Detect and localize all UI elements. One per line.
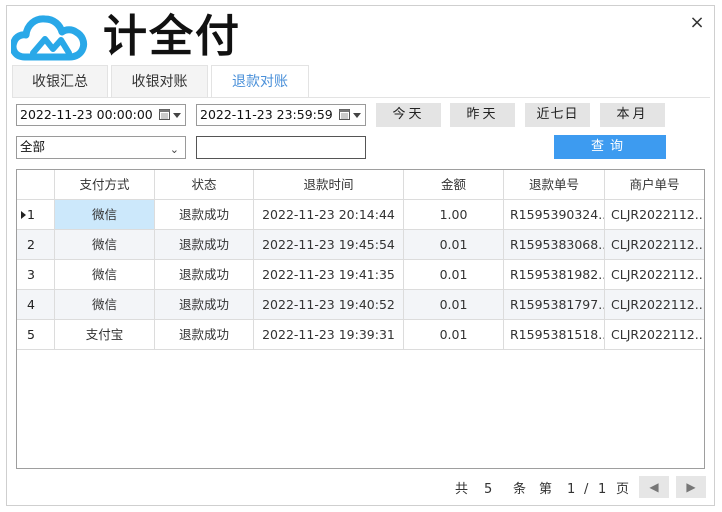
table-header: 支付方式 状态 退款时间 金额 退款单号 商户单号 — [17, 170, 704, 200]
end-time-picker[interactable]: 2022-11-23 23:59:59 — [196, 104, 366, 126]
pay-method-cell[interactable]: 微信 — [55, 260, 155, 290]
pay-method-cell[interactable]: 微信 — [55, 200, 155, 230]
start-time-picker[interactable]: 2022-11-23 00:00:00 — [16, 104, 186, 126]
refund-time-cell[interactable]: 2022-11-23 19:40:52 — [254, 290, 404, 320]
pay-method-cell[interactable]: 微信 — [55, 230, 155, 260]
row-index: 3 — [17, 260, 55, 290]
logo-text: 计全付 — [103, 11, 241, 62]
table-row[interactable]: 1 微信 退款成功 2022-11-23 20:14:44 1.00 R1595… — [17, 200, 704, 230]
pager-page-prefix: 第 — [539, 482, 553, 497]
merchant-no-cell[interactable]: CLJR2022112... — [605, 260, 704, 290]
dropdown-arrow-icon[interactable] — [173, 113, 181, 118]
table-row[interactable]: 2 微信 退款成功 2022-11-23 19:45:54 0.01 R1595… — [17, 230, 704, 260]
pay-method-cell[interactable]: 支付宝 — [55, 320, 155, 350]
merchant-no-cell[interactable]: CLJR2022112... — [605, 200, 704, 230]
column-header[interactable]: 商户单号 — [605, 170, 704, 200]
amount-cell[interactable]: 0.01 — [404, 320, 504, 350]
refund-time-cell[interactable]: 2022-11-23 19:41:35 — [254, 260, 404, 290]
table-row[interactable]: 5 支付宝 退款成功 2022-11-23 19:39:31 0.01 R159… — [17, 320, 704, 350]
header-index — [17, 170, 55, 200]
refund-table: 支付方式 状态 退款时间 金额 退款单号 商户单号 1 微信 退款成功 2022… — [16, 169, 705, 469]
refund-no-cell[interactable]: R1595381797... — [504, 290, 605, 320]
pager-current-page: 1 — [567, 482, 576, 497]
chevron-down-icon[interactable]: ⌄ — [170, 140, 179, 160]
today-button[interactable]: 今天 — [376, 103, 441, 127]
end-time-value: 2022-11-23 23:59:59 — [200, 107, 333, 122]
tab-cashier-summary[interactable]: 收银汇总 — [12, 65, 108, 98]
tab-cashier-reconcile[interactable]: 收银对账 — [111, 65, 208, 98]
calendar-icon[interactable] — [339, 109, 350, 120]
amount-cell[interactable]: 0.01 — [404, 230, 504, 260]
pager-total-count: 5 — [484, 482, 493, 497]
row-index: 5 — [17, 320, 55, 350]
search-input[interactable] — [196, 136, 366, 159]
status-cell[interactable]: 退款成功 — [155, 290, 254, 320]
pay-method-cell[interactable]: 微信 — [55, 290, 155, 320]
pay-method-select[interactable]: 全部 ⌄ — [16, 136, 186, 159]
merchant-no-cell[interactable]: CLJR2022112... — [605, 230, 704, 260]
next-page-button[interactable]: ▶ — [676, 476, 706, 498]
query-button[interactable]: 查询 — [554, 135, 666, 159]
status-cell[interactable]: 退款成功 — [155, 200, 254, 230]
pager-total-prefix: 共 — [455, 482, 469, 497]
start-time-value: 2022-11-23 00:00:00 — [20, 107, 153, 122]
refund-no-cell[interactable]: R1595390324... — [504, 200, 605, 230]
last-7-days-button[interactable]: 近七日 — [525, 103, 590, 127]
amount-cell[interactable]: 1.00 — [404, 200, 504, 230]
column-header[interactable]: 退款单号 — [504, 170, 605, 200]
this-month-button[interactable]: 本月 — [600, 103, 665, 127]
refund-time-cell[interactable]: 2022-11-23 19:39:31 — [254, 320, 404, 350]
tab-refund-reconcile[interactable]: 退款对账 — [211, 65, 309, 98]
amount-cell[interactable]: 0.01 — [404, 260, 504, 290]
refund-no-cell[interactable]: R1595381982... — [504, 260, 605, 290]
app-logo: 计全付 — [11, 12, 241, 62]
calendar-icon[interactable] — [159, 109, 170, 120]
row-index: 2 — [17, 230, 55, 260]
refund-no-cell[interactable]: R1595381518... — [504, 320, 605, 350]
column-header[interactable]: 退款时间 — [254, 170, 404, 200]
prev-page-button[interactable]: ◀ — [639, 476, 669, 498]
pager-total-unit: 条 — [513, 482, 527, 497]
cloud-logo-icon — [11, 15, 88, 61]
status-cell[interactable]: 退款成功 — [155, 320, 254, 350]
amount-cell[interactable]: 0.01 — [404, 290, 504, 320]
status-cell[interactable]: 退款成功 — [155, 260, 254, 290]
table-row[interactable]: 3 微信 退款成功 2022-11-23 19:41:35 0.01 R1595… — [17, 260, 704, 290]
refund-no-cell[interactable]: R1595383068... — [504, 230, 605, 260]
tab-divider — [12, 97, 710, 98]
yesterday-button[interactable]: 昨天 — [450, 103, 515, 127]
dropdown-arrow-icon[interactable] — [353, 113, 361, 118]
pager-total-pages: 1 — [598, 482, 607, 497]
row-index: 1 — [17, 200, 55, 230]
merchant-no-cell[interactable]: CLJR2022112... — [605, 320, 704, 350]
column-header[interactable]: 状态 — [155, 170, 254, 200]
pay-method-value: 全部 — [20, 139, 46, 154]
refund-time-cell[interactable]: 2022-11-23 19:45:54 — [254, 230, 404, 260]
row-index: 4 — [17, 290, 55, 320]
close-icon[interactable]: × — [688, 14, 706, 32]
pager-page-unit: 页 — [616, 482, 630, 497]
merchant-no-cell[interactable]: CLJR2022112... — [605, 290, 704, 320]
table-row[interactable]: 4 微信 退款成功 2022-11-23 19:40:52 0.01 R1595… — [17, 290, 704, 320]
refund-time-cell[interactable]: 2022-11-23 20:14:44 — [254, 200, 404, 230]
pager-separator: / — [584, 482, 589, 497]
status-cell[interactable]: 退款成功 — [155, 230, 254, 260]
column-header[interactable]: 支付方式 — [55, 170, 155, 200]
column-header[interactable]: 金额 — [404, 170, 504, 200]
current-row-arrow-icon — [21, 211, 26, 219]
